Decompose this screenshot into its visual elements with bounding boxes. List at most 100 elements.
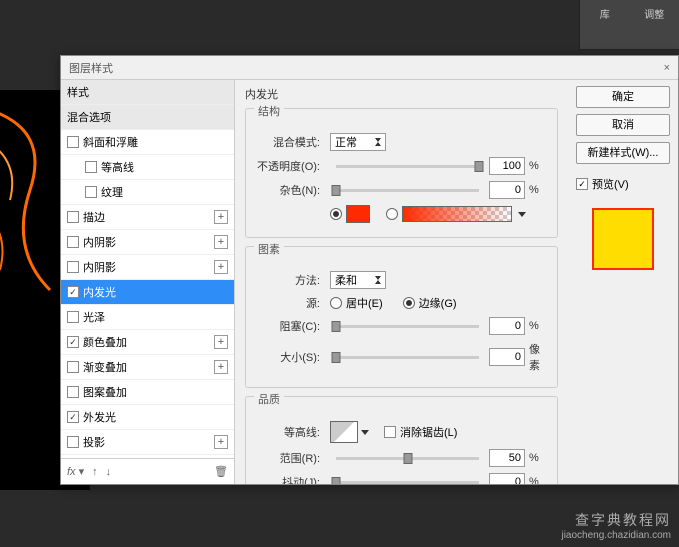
structure-group: 结构 混合模式: 正常 不透明度(O): % 杂色(N): %	[245, 108, 558, 238]
plus-icon[interactable]: +	[214, 235, 228, 249]
source-edge-radio[interactable]	[403, 297, 415, 309]
style-item-label: 图案叠加	[83, 384, 228, 400]
tab-library[interactable]: 库	[580, 0, 630, 49]
style-checkbox[interactable]: ✓	[67, 336, 79, 348]
plus-icon[interactable]: +	[214, 360, 228, 374]
plus-icon[interactable]: +	[214, 435, 228, 449]
layer-style-dialog: 图层样式 × 样式 混合选项 斜面和浮雕等高线纹理描边 + 内阴影 + 内阴影 + ✓ 内发光…	[60, 55, 679, 485]
choke-input[interactable]	[489, 317, 525, 335]
style-checkbox[interactable]	[67, 311, 79, 323]
dialog-title: 图层样式	[69, 60, 113, 76]
style-checkbox[interactable]	[67, 136, 79, 148]
style-item-label: 内发光	[83, 284, 228, 300]
preview-swatch	[592, 208, 654, 270]
plus-icon[interactable]: +	[214, 210, 228, 224]
size-input[interactable]	[489, 348, 525, 366]
jitter-label: 抖动(J):	[254, 474, 326, 484]
contour-picker[interactable]	[330, 421, 358, 443]
close-icon[interactable]: ×	[664, 62, 670, 74]
blend-mode-label: 混合模式:	[254, 134, 326, 150]
arrow-up-icon[interactable]: ↑	[92, 466, 98, 478]
noise-label: 杂色(N):	[254, 182, 326, 198]
style-item-label: 外发光	[83, 409, 228, 425]
style-item[interactable]: ✓ 内发光	[61, 280, 234, 305]
style-checkbox[interactable]	[85, 161, 97, 173]
arrow-down-icon[interactable]: ↓	[106, 466, 112, 478]
style-item[interactable]: 图案叠加	[61, 380, 234, 405]
style-checkbox[interactable]	[85, 186, 97, 198]
style-item[interactable]: 斜面和浮雕	[61, 130, 234, 155]
style-item-label: 斜面和浮雕	[83, 134, 228, 150]
style-item[interactable]: 描边 +	[61, 205, 234, 230]
style-item[interactable]: ✓颜色叠加+	[61, 330, 234, 355]
ok-button[interactable]: 确定	[576, 86, 670, 108]
noise-slider[interactable]	[336, 189, 479, 192]
style-list-footer: fx ▾ ↑ ↓ 🗑	[61, 458, 234, 484]
jitter-input[interactable]	[489, 473, 525, 484]
right-panel-tabs: 库 调整	[579, 0, 679, 50]
style-item-label: 纹理	[101, 184, 228, 200]
contour-label: 等高线:	[254, 424, 326, 440]
dialog-titlebar: 图层样式 ×	[61, 56, 678, 80]
style-item-label: 等高线	[101, 159, 228, 175]
style-item[interactable]: 投影 +	[61, 430, 234, 455]
jitter-slider[interactable]	[336, 481, 479, 484]
style-item[interactable]: 渐变叠加+	[61, 355, 234, 380]
style-item[interactable]: 光泽	[61, 305, 234, 330]
plus-icon[interactable]: +	[214, 335, 228, 349]
elements-group: 图素 方法: 柔和 源: 居中(E) 边缘(G) 阻塞(C):	[245, 246, 558, 388]
range-slider[interactable]	[336, 457, 479, 460]
style-checkbox[interactable]	[67, 436, 79, 448]
styles-header[interactable]: 样式	[61, 80, 234, 105]
quality-group: 品质 等高线: 消除锯齿(L) 范围(R): % 抖动(J):	[245, 396, 558, 484]
range-input[interactable]	[489, 449, 525, 467]
style-checkbox[interactable]	[67, 361, 79, 373]
style-item[interactable]: 内阴影 +	[61, 230, 234, 255]
opacity-input[interactable]	[489, 157, 525, 175]
size-label: 大小(S):	[254, 349, 326, 365]
blend-options-header[interactable]: 混合选项	[61, 105, 234, 130]
style-checkbox[interactable]: ✓	[67, 411, 79, 423]
style-item[interactable]: 内阴影 +	[61, 255, 234, 280]
color-swatch[interactable]	[346, 205, 370, 223]
chevron-down-icon[interactable]	[518, 212, 526, 217]
style-checkbox[interactable]	[67, 386, 79, 398]
choke-slider[interactable]	[336, 325, 479, 328]
blend-mode-select[interactable]: 正常	[330, 133, 386, 151]
panel-title: 内发光	[245, 86, 558, 102]
cancel-button[interactable]: 取消	[576, 114, 670, 136]
style-list: 样式 混合选项 斜面和浮雕等高线纹理描边 + 内阴影 + 内阴影 + ✓ 内发光光泽 ✓颜色叠加…	[61, 80, 235, 484]
tab-adjustments[interactable]: 调整	[630, 0, 679, 49]
style-item[interactable]: 纹理	[61, 180, 234, 205]
style-item-label: 内阴影	[83, 259, 210, 275]
gradient-picker[interactable]	[402, 206, 512, 222]
range-label: 范围(R):	[254, 450, 326, 466]
style-item-label: 投影	[83, 434, 210, 450]
style-item[interactable]: ✓ 外发光	[61, 405, 234, 430]
color-radio[interactable]	[330, 208, 342, 220]
dialog-buttons: 确定 取消 新建样式(W)... ✓ 预览(V)	[568, 80, 678, 484]
new-style-button[interactable]: 新建样式(W)...	[576, 142, 670, 164]
style-checkbox[interactable]	[67, 261, 79, 273]
method-select[interactable]: 柔和	[330, 271, 386, 289]
style-item-label: 描边	[83, 209, 210, 225]
plus-icon[interactable]: +	[214, 260, 228, 274]
preview-checkbox[interactable]: ✓	[576, 178, 588, 190]
noise-input[interactable]	[489, 181, 525, 199]
style-checkbox[interactable]: ✓	[67, 286, 79, 298]
style-checkbox[interactable]	[67, 211, 79, 223]
style-item[interactable]: 等高线	[61, 155, 234, 180]
fx-menu-icon[interactable]: fx ▾	[67, 465, 84, 478]
size-slider[interactable]	[336, 356, 479, 359]
antialias-checkbox[interactable]	[384, 426, 396, 438]
gradient-radio[interactable]	[386, 208, 398, 220]
style-checkbox[interactable]	[67, 236, 79, 248]
style-item-label: 光泽	[83, 309, 228, 325]
style-item-label: 内阴影	[83, 234, 210, 250]
watermark: 查字典教程网 jiaocheng.chazidian.com	[561, 510, 671, 541]
source-label: 源:	[254, 295, 326, 311]
source-center-radio[interactable]	[330, 297, 342, 309]
trash-icon[interactable]: 🗑	[214, 465, 228, 478]
method-label: 方法:	[254, 272, 326, 288]
opacity-slider[interactable]	[336, 165, 479, 168]
